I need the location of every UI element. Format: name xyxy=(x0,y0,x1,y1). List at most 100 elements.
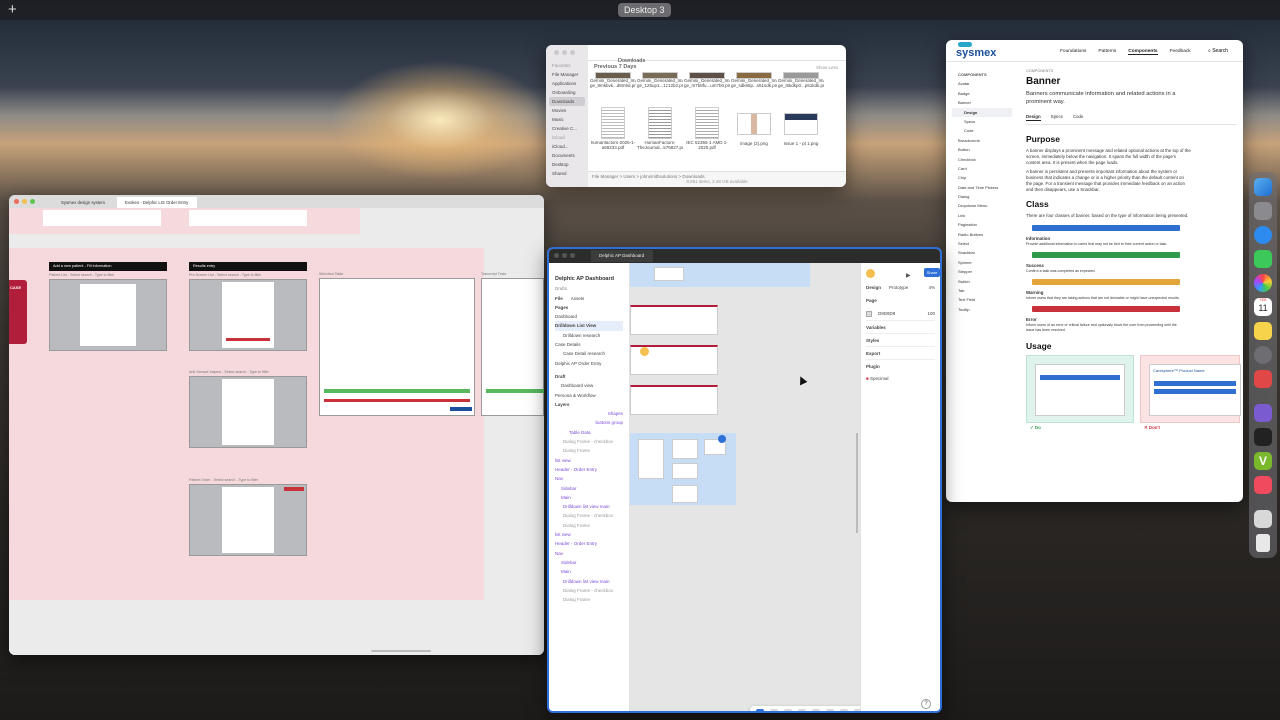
collaborator-avatar[interactable] xyxy=(718,435,726,443)
sidebar-item[interactable]: Select xyxy=(952,239,1012,248)
figma-canvas[interactable] xyxy=(630,263,900,711)
layer-item[interactable]: Dialog Frame - checkbox xyxy=(555,511,623,520)
finder-window[interactable]: Favorites File Manager Applications Onbo… xyxy=(546,45,846,187)
finder-sidebar-item[interactable]: Movies xyxy=(549,106,585,115)
sidebar-item[interactable]: Avatar xyxy=(952,79,1012,88)
text-tool-icon[interactable] xyxy=(812,709,820,711)
help-icon[interactable]: ? xyxy=(921,699,931,709)
show-less-link[interactable]: Show Less xyxy=(816,65,838,70)
finder-sidebar-item[interactable]: Onboarding xyxy=(549,88,585,97)
canvas-frame[interactable] xyxy=(654,267,684,281)
canvas-frame[interactable] xyxy=(630,385,718,415)
sidebar-item[interactable]: Switch xyxy=(952,277,1012,286)
downloads-stack-icon[interactable] xyxy=(1254,510,1272,528)
layer-item[interactable]: Dialog Frame xyxy=(555,595,623,604)
messages-icon[interactable] xyxy=(1254,250,1272,268)
styles-heading[interactable]: Styles xyxy=(866,333,935,346)
window-controls[interactable] xyxy=(14,199,35,204)
layer-item[interactable]: Shapes xyxy=(555,409,623,418)
pen-tool-icon[interactable] xyxy=(798,709,806,711)
screen-thumbnail[interactable] xyxy=(189,279,307,351)
sidebar-item[interactable]: Tab xyxy=(952,286,1012,295)
canvas-frame[interactable] xyxy=(672,485,698,503)
finder-sidebar-item[interactable]: Music xyxy=(549,115,585,124)
file-name[interactable]: Delphic AP Dashboard xyxy=(555,275,623,284)
finder-sidebar-item[interactable]: Creative C... xyxy=(549,124,585,133)
sidebar-item[interactable]: Radio Buttons xyxy=(952,230,1012,239)
finder-sidebar-item[interactable]: File Manager xyxy=(549,70,585,79)
layer-item[interactable]: Nav xyxy=(555,549,623,558)
page-fill-row[interactable]: D9D9D9 100 xyxy=(866,307,935,320)
sidebar-item[interactable]: Date and Time Pickers xyxy=(952,183,1012,192)
sidebar-item[interactable]: Dialog xyxy=(952,192,1012,201)
layer-item[interactable]: Drilldown list view main xyxy=(555,577,623,586)
export-heading[interactable]: Export xyxy=(866,346,935,359)
present-icon[interactable]: ▶ xyxy=(906,270,911,283)
layer-item[interactable]: list view xyxy=(555,530,623,539)
file-item[interactable]: Gemini_Generated_Ima ge_i5kdkp0...p51kdk… xyxy=(778,72,824,91)
layer-item[interactable]: Main xyxy=(555,493,623,502)
sidebar-item[interactable]: Dropdown Menu xyxy=(952,201,1012,210)
screen-thumbnail[interactable] xyxy=(189,376,307,448)
safari-icon[interactable] xyxy=(1254,226,1272,244)
design-system-window[interactable]: sysmex Foundations Patterns Components F… xyxy=(946,40,1243,502)
sidebar-item[interactable]: Chip xyxy=(952,173,1012,182)
screen-thumbnail[interactable] xyxy=(189,484,307,556)
user-avatar[interactable] xyxy=(866,269,875,278)
app-icon[interactable] xyxy=(1254,370,1272,388)
layer-item[interactable]: Dialog Frame xyxy=(555,446,623,455)
sidebar-item[interactable]: Pagination xyxy=(952,220,1012,229)
calendar-icon[interactable]: FEB 11 xyxy=(1254,298,1272,316)
search-link[interactable]: ⌕ Search xyxy=(1208,48,1228,54)
file-item[interactable]: humanfactors-2025-1-a69233.pdf xyxy=(590,107,636,153)
app-icon[interactable] xyxy=(1254,404,1272,422)
figma-icon[interactable] xyxy=(1254,428,1272,446)
browser-tab[interactable]: Sysmex design system xyxy=(53,197,115,208)
actions-icon[interactable] xyxy=(840,709,848,711)
desktop-label[interactable]: Desktop 3 xyxy=(618,3,671,17)
page-color-value[interactable]: D9D9D9 xyxy=(878,307,895,320)
figma-window[interactable]: Delphic AP Dashboard Delphic AP Dashboar… xyxy=(547,247,942,713)
music-icon[interactable] xyxy=(1254,476,1272,494)
page-item[interactable]: Drilldown research xyxy=(555,331,623,340)
layer-item[interactable]: Table Data xyxy=(555,428,623,437)
layer-item[interactable]: buttons group xyxy=(555,418,623,427)
window-controls[interactable] xyxy=(551,50,575,59)
vertical-scrollbar[interactable] xyxy=(856,433,858,533)
shape-tool-icon[interactable] xyxy=(784,709,792,711)
file-item[interactable]: IEC 62366-1 AMD 1-2020.pdf xyxy=(684,107,730,153)
finder-sidebar-item-downloads[interactable]: Downloads xyxy=(549,97,585,106)
layer-item[interactable]: Sidebar xyxy=(555,484,623,493)
browser-tab-active[interactable]: Evokes - Delphic LIS Order Entry xyxy=(117,197,197,208)
sysmex-logo[interactable]: sysmex xyxy=(956,47,996,59)
nav-foundations[interactable]: Foundations xyxy=(1060,49,1086,55)
file-item[interactable]: Issue 1 - pt 1.png xyxy=(778,107,824,146)
nav-components[interactable]: Components xyxy=(1128,49,1158,55)
trash-icon[interactable] xyxy=(1256,534,1270,552)
page-color-swatch[interactable] xyxy=(866,310,872,317)
draft-item[interactable]: Persona & Workflow xyxy=(555,391,623,400)
file-item[interactable]: Gemini_Generated_Ima ge_8mkbvk...d8m5d.p… xyxy=(590,72,636,91)
add-desktop-button[interactable]: + xyxy=(8,2,17,17)
screen-thumbnail[interactable] xyxy=(319,278,475,416)
sidebar-item[interactable]: Stepper xyxy=(952,267,1012,276)
canvas-frame[interactable] xyxy=(672,463,698,479)
layer-item[interactable]: list view xyxy=(555,456,623,465)
tab-code[interactable]: Code xyxy=(1073,114,1084,121)
zoom-level[interactable]: 4% xyxy=(928,281,935,294)
frame-tool-icon[interactable] xyxy=(770,709,778,711)
tab-specs[interactable]: Specs xyxy=(1051,114,1063,121)
plugin-item[interactable]: ■ Specimal xyxy=(866,372,935,385)
layer-item[interactable]: Header - Order Entry xyxy=(555,539,623,548)
file-item[interactable]: HumanFactors-TheJournal...576827.pdf xyxy=(637,107,683,153)
launchpad-icon[interactable] xyxy=(1254,202,1272,220)
finder-sidebar-item[interactable]: Shared xyxy=(549,169,585,178)
window-controls[interactable] xyxy=(554,253,575,258)
tab-assets[interactable]: Assets xyxy=(571,294,585,303)
layer-item[interactable]: Header - Order Entry xyxy=(555,465,623,474)
file-item[interactable]: image (2).png xyxy=(731,107,777,146)
settings-icon[interactable] xyxy=(1254,346,1272,364)
page-item[interactable]: Case Details xyxy=(555,340,623,349)
file-item[interactable]: Gemini_Generated_Ima ge_125up1...1z12b2.… xyxy=(637,72,683,91)
browser-window[interactable]: Sysmex design system Evokes - Delphic LI… xyxy=(9,195,544,655)
